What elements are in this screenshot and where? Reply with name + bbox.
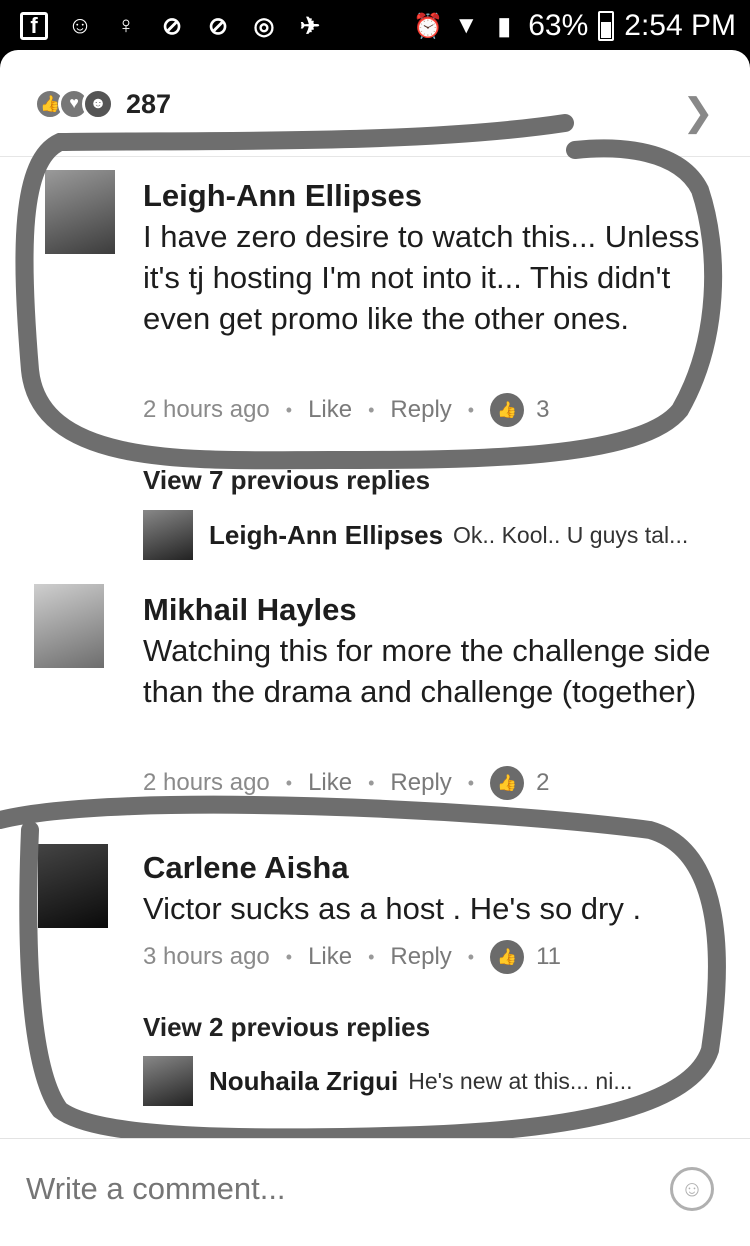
like-button[interactable]: Like — [308, 943, 352, 971]
comment-author[interactable]: Leigh-Ann Ellipses — [143, 178, 422, 214]
comment-meta: 2 hours ago • Like • Reply • 👍 3 — [143, 393, 549, 427]
reply-text: He's new at this... ni... — [408, 1067, 633, 1094]
comment-time: 2 hours ago — [143, 769, 270, 796]
separator-dot: • — [368, 399, 375, 420]
haha-reaction-icon: ☻ — [82, 88, 114, 120]
thumbs-up-icon: 👍 — [490, 940, 525, 974]
facebook-icon: f — [20, 12, 48, 40]
reply-button[interactable]: Reply — [390, 396, 451, 424]
like-button[interactable]: Like — [308, 769, 352, 797]
view-previous-replies[interactable]: View 7 previous replies — [143, 465, 430, 496]
like-count: 2 — [536, 769, 550, 796]
snapchat-icon: ☺ — [67, 12, 93, 39]
thumbs-up-icon: 👍 — [490, 393, 525, 427]
chevron-right-icon[interactable]: ❯ — [682, 90, 714, 135]
comment-meta: 2 hours ago • Like • Reply • 👍 2 — [143, 766, 549, 800]
lightbulb-icon: ♀ — [117, 12, 135, 39]
separator-dot: • — [467, 946, 475, 967]
reply-preview[interactable]: Nouhaila Zrigui He's new at this... ni..… — [143, 1056, 633, 1106]
wifi-icon: ▼ — [454, 12, 479, 39]
comment-input[interactable] — [26, 1171, 586, 1207]
alarm-off-icon: ⊘ — [161, 12, 183, 40]
reply-author: Leigh-Ann Ellipses — [209, 519, 444, 550]
comment-composer: ☺ — [0, 1138, 750, 1246]
twitter-icon: ✈ — [299, 12, 321, 40]
separator-dot: • — [285, 399, 293, 420]
avatar[interactable] — [34, 584, 104, 668]
separator-dot: • — [368, 772, 375, 793]
reply-button[interactable]: Reply — [390, 943, 451, 971]
signal-icon: ▮ — [497, 12, 511, 40]
comments-sheet: 👍 ♥ ☻ 287 ❯ Leigh-Ann Ellipses I have ze… — [0, 50, 750, 1246]
comment-time: 2 hours ago — [143, 396, 270, 423]
comment-author[interactable]: Mikhail Hayles — [143, 592, 357, 628]
comment-text: I have zero desire to watch this... Unle… — [143, 219, 700, 336]
battery-icon — [598, 11, 615, 41]
separator-dot: • — [467, 772, 475, 793]
avatar — [143, 1056, 193, 1106]
separator-dot: • — [285, 772, 293, 793]
like-button[interactable]: Like — [308, 396, 352, 424]
instagram-icon: ◎ — [253, 12, 275, 40]
status-bar: f ☺ ♀ ⊘ ⊘ ◎ ✈ ⏰ ▼ ▮ 63% 2:54 PM — [0, 0, 750, 52]
like-count: 3 — [536, 396, 550, 423]
divider — [0, 156, 750, 157]
reply-preview[interactable]: Leigh-Ann Ellipses Ok.. Kool.. U guys ta… — [143, 510, 688, 560]
avatar — [143, 510, 193, 560]
view-previous-replies[interactable]: View 2 previous replies — [143, 1012, 430, 1043]
comment-text: Victor sucks as a host . He's so dry . — [143, 891, 642, 926]
avatar[interactable] — [38, 844, 108, 928]
reaction-count: 287 — [126, 88, 172, 119]
comment-time: 3 hours ago — [143, 943, 270, 970]
thumbs-up-icon: 👍 — [490, 766, 525, 800]
battery-percent: 63% — [528, 9, 589, 42]
comment-meta: 3 hours ago • Like • Reply • 👍 11 — [143, 940, 561, 974]
separator-dot: • — [285, 946, 293, 967]
reply-author: Nouhaila Zrigui — [209, 1065, 399, 1096]
reply-button[interactable]: Reply — [390, 769, 451, 797]
comment-text: Watching this for more the challenge sid… — [143, 633, 711, 709]
separator-dot: • — [467, 399, 475, 420]
alarm-icon: ⏰ — [413, 12, 444, 40]
like-count: 11 — [536, 943, 562, 970]
avatar[interactable] — [45, 170, 115, 254]
reply-text: Ok.. Kool.. U guys tal... — [453, 521, 689, 548]
reactions-summary[interactable]: 👍 ♥ ☻ 287 — [34, 88, 171, 120]
separator-dot: • — [368, 946, 375, 967]
clock: 2:54 PM — [624, 9, 736, 42]
emoji-icon[interactable]: ☺ — [670, 1167, 714, 1211]
alarm-off-icon: ⊘ — [207, 12, 229, 40]
comment-author[interactable]: Carlene Aisha — [143, 850, 349, 886]
